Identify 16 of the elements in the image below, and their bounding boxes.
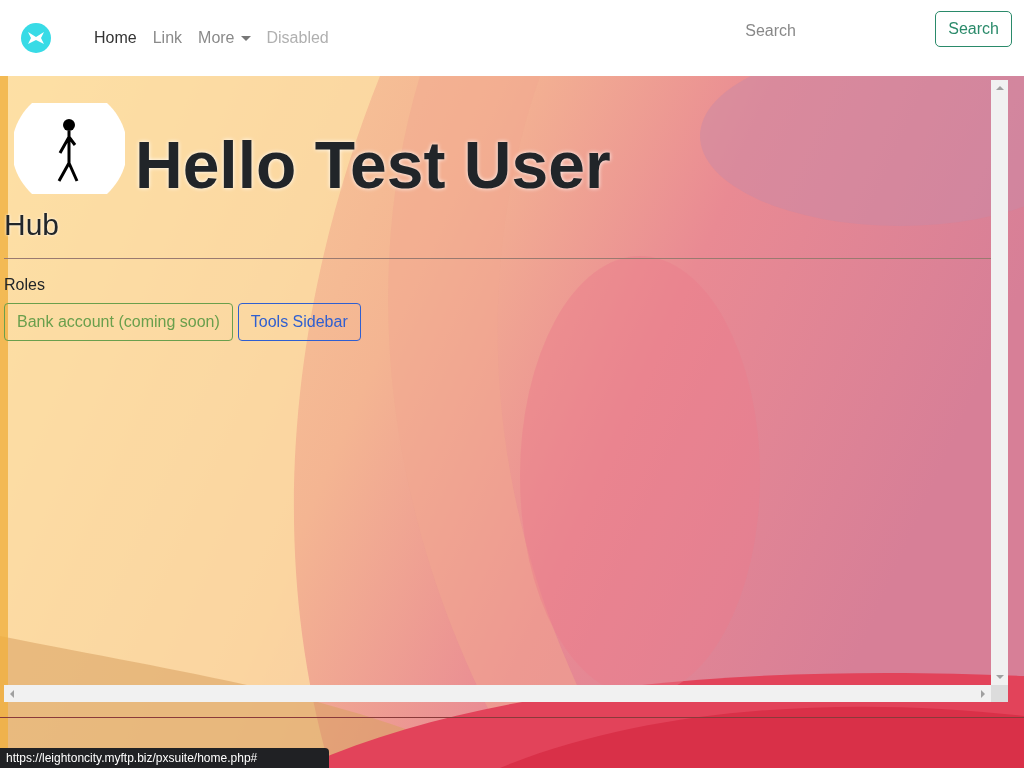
role-button[interactable]: Bank account (coming soon) bbox=[4, 303, 233, 341]
search-button[interactable]: Search bbox=[935, 11, 1012, 47]
section-heading: Hub bbox=[4, 208, 61, 242]
status-url: https://leightoncity.myftp.biz/pxsuite/home.php# bbox=[0, 748, 330, 768]
scrollbar-corner bbox=[991, 685, 1008, 702]
role-button[interactable]: Tools Sidebar bbox=[237, 303, 361, 341]
nav-link[interactable]: Home bbox=[86, 21, 145, 55]
roles-label: Roles bbox=[4, 276, 46, 294]
horizontal-scrollbar[interactable] bbox=[4, 685, 991, 702]
dropdown-toggle[interactable]: More bbox=[190, 21, 259, 55]
logo-icon[interactable] bbox=[20, 22, 52, 54]
caret-icon bbox=[240, 35, 251, 41]
vertical-scrollbar[interactable] bbox=[991, 80, 1008, 685]
search-field[interactable]: Search bbox=[745, 22, 926, 40]
page-heading: Hello Test User bbox=[135, 129, 611, 202]
nav-link[interactable]: Link bbox=[144, 21, 191, 55]
